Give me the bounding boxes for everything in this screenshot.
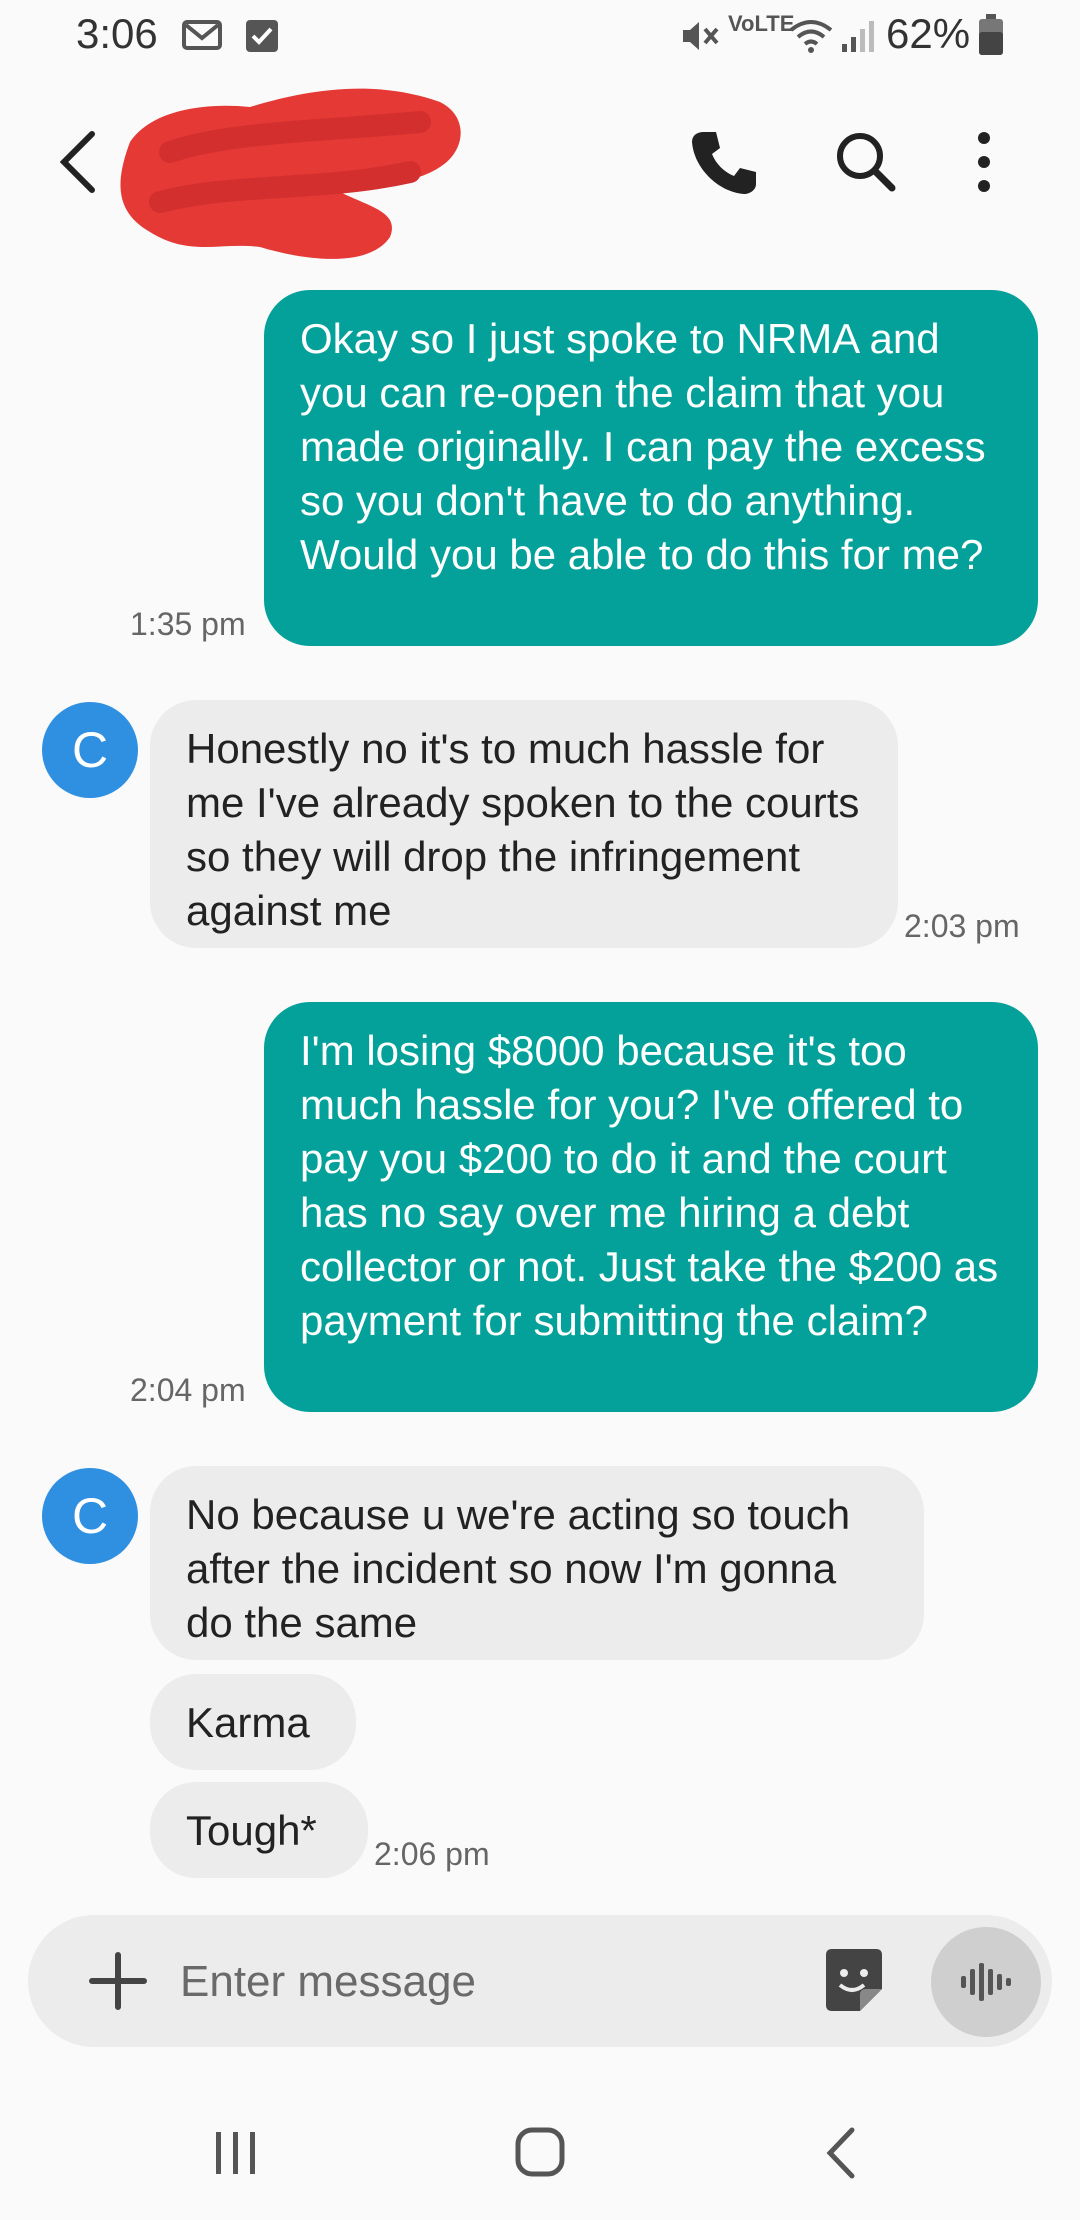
back-button[interactable] xyxy=(48,122,112,202)
sticker-icon xyxy=(826,1949,882,2011)
volte-icon: VoLTE xyxy=(728,11,795,36)
voice-waveform-icon xyxy=(961,1963,1011,2001)
plus-icon xyxy=(89,1952,147,2010)
received-message-bubble[interactable]: Tough* xyxy=(150,1782,368,1878)
message-timestamp: 1:35 pm xyxy=(130,606,246,642)
sent-message-bubble[interactable]: I'm losing $8000 because it's too much h… xyxy=(264,1002,1038,1412)
status-bar: 3:06 VoLTE 62% xyxy=(0,0,1080,72)
contact-avatar[interactable]: C xyxy=(42,702,138,798)
back-arrow-icon xyxy=(826,2127,855,2179)
contact-name-redaction xyxy=(110,72,480,272)
signal-icon xyxy=(840,18,876,59)
phone-icon xyxy=(692,132,756,194)
system-back-button[interactable] xyxy=(804,2118,884,2188)
received-message-bubble[interactable]: Karma xyxy=(150,1674,356,1770)
message-composer xyxy=(28,1915,1052,2047)
system-navigation-bar xyxy=(0,2080,1080,2220)
conversation-header xyxy=(0,72,1080,259)
message-input[interactable] xyxy=(178,1945,802,2019)
chevron-left-icon xyxy=(59,131,95,193)
wifi-icon xyxy=(788,18,834,59)
message-timestamp: 2:06 pm xyxy=(374,1836,490,1872)
battery-icon xyxy=(978,14,1004,61)
sticker-button[interactable] xyxy=(818,1945,890,2017)
mute-icon xyxy=(680,18,720,59)
attach-button[interactable] xyxy=(78,1941,158,2021)
status-time: 3:06 xyxy=(76,10,158,57)
battery-percentage: 62% xyxy=(886,10,971,57)
sent-message-bubble[interactable]: Okay so I just spoke to NRMA and you can… xyxy=(264,290,1038,646)
recent-apps-button[interactable] xyxy=(196,2118,276,2188)
home-icon xyxy=(515,2127,565,2177)
more-options-button[interactable] xyxy=(944,122,1024,202)
home-button[interactable] xyxy=(500,2118,580,2188)
message-timestamp: 2:04 pm xyxy=(130,1372,246,1408)
more-vert-icon xyxy=(978,132,990,192)
checkbox-notification-icon xyxy=(244,18,280,59)
received-message-bubble[interactable]: Honestly no it's to much hassle for me I… xyxy=(150,700,898,948)
gmail-icon xyxy=(182,18,222,57)
search-button[interactable] xyxy=(826,122,906,202)
received-message-bubble[interactable]: No because u we're acting so touch after… xyxy=(150,1466,924,1660)
message-timestamp: 2:03 pm xyxy=(904,908,1020,944)
contact-avatar[interactable]: C xyxy=(42,1468,138,1564)
call-button[interactable] xyxy=(684,122,764,202)
search-icon xyxy=(837,133,896,192)
recent-apps-icon xyxy=(216,2132,255,2174)
voice-input-button[interactable] xyxy=(931,1927,1041,2037)
